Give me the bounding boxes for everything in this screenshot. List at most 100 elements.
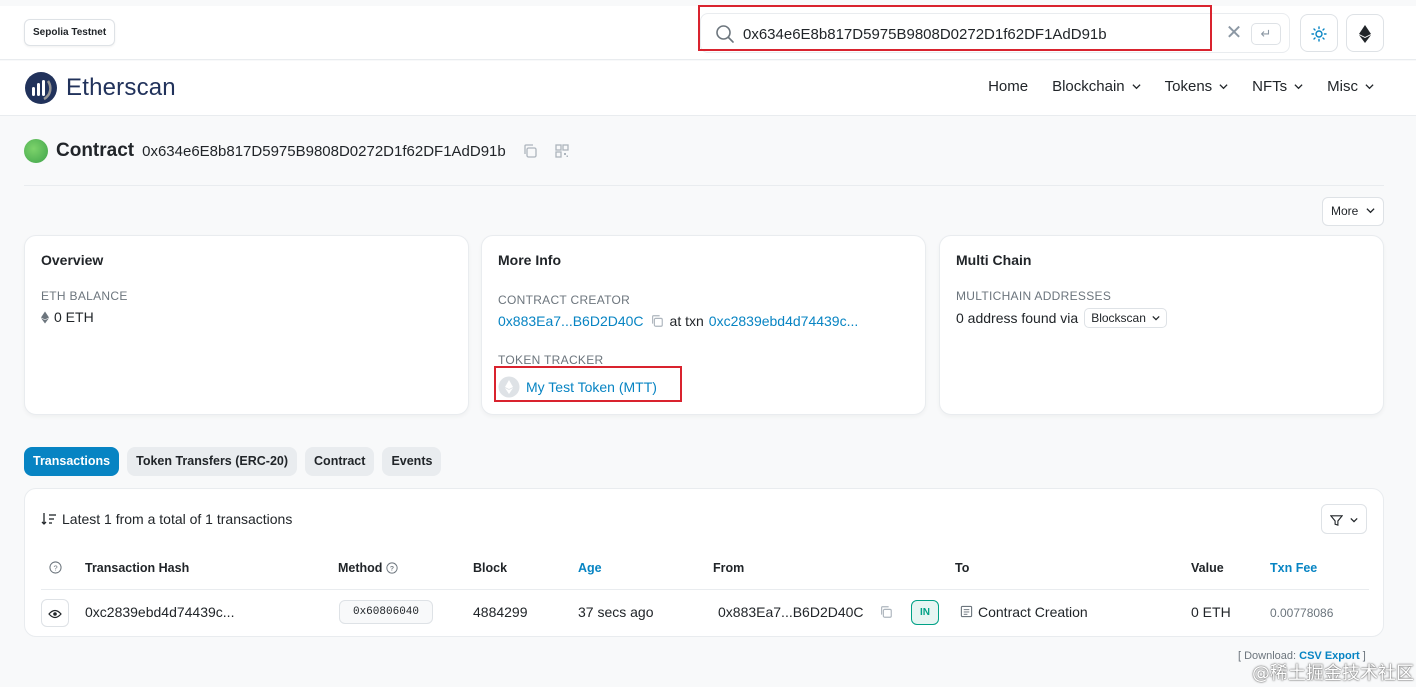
ethereum-icon <box>1359 25 1371 44</box>
method-badge: 0x60806040 <box>339 600 433 624</box>
to-value: Contract Creation <box>978 604 1088 620</box>
eye-icon <box>48 610 62 619</box>
svg-text:?: ? <box>390 566 394 573</box>
creator-txn-link[interactable]: 0xc2839ebd4d74439c... <box>709 313 858 329</box>
multi-chain-title: Multi Chain <box>956 252 1032 268</box>
overview-card: Overview ETH BALANCE 0 ETH <box>24 235 469 415</box>
enter-search-button[interactable]: ↵ <box>1251 23 1281 45</box>
help-icon[interactable]: ? <box>386 562 398 574</box>
copy-icon[interactable] <box>650 314 664 328</box>
summary-text: Latest 1 from a total of 1 transactions <box>62 511 293 527</box>
value-amount: 0 ETH <box>1191 604 1231 620</box>
top-bar: Sepolia Testnet ✕ ↵ <box>0 6 1416 60</box>
nav-item-home[interactable]: Home <box>988 78 1028 95</box>
multichain-row: 0 address found via Blockscan <box>956 308 1168 328</box>
contract-creator-row: 0x883Ea7...B6D2D40C at txn 0xc2839ebd4d7… <box>498 313 858 329</box>
nav-item-label: Misc <box>1327 78 1358 95</box>
etherscan-logo[interactable]: Etherscan <box>24 70 176 106</box>
table-header-divider <box>41 589 1369 590</box>
more-dropdown-button[interactable]: More <box>1322 197 1384 226</box>
clear-search-button[interactable]: ✕ <box>1223 22 1245 44</box>
overview-title: Overview <box>41 252 104 268</box>
nav-item-misc[interactable]: Misc <box>1327 78 1374 95</box>
blockscan-select[interactable]: Blockscan <box>1084 308 1168 328</box>
nav-menu: Home Blockchain Tokens NFTs Misc <box>964 78 1374 95</box>
contract-avatar <box>24 139 48 163</box>
main-navbar: Etherscan Home Blockchain Tokens NFTs Mi… <box>0 61 1416 116</box>
contract-address: 0x634e6E8b817D5975B9808D0272D1f62DF1AdD9… <box>142 142 506 160</box>
header-block: Block <box>473 561 508 575</box>
network-badge[interactable]: Sepolia Testnet <box>24 19 116 46</box>
nav-item-nfts[interactable]: NFTs <box>1252 78 1303 95</box>
chevron-down-icon <box>1132 84 1141 90</box>
tab-events[interactable]: Events <box>382 447 442 476</box>
qr-code-icon[interactable] <box>554 143 570 159</box>
multichain-text: 0 address found via <box>956 310 1079 326</box>
contract-icon <box>960 605 973 618</box>
page-title-row: Contract 0x634e6E8b817D5975B9808D0272D1f… <box>24 138 570 164</box>
etherscan-logo-icon <box>25 72 57 104</box>
transactions-card: Latest 1 from a total of 1 transactions … <box>24 488 1384 637</box>
token-tracker-highlight-box <box>494 366 682 402</box>
chevron-down-icon <box>1366 208 1375 214</box>
multi-chain-card: Multi Chain MULTICHAIN ADDRESSES 0 addre… <box>939 235 1384 415</box>
watermark-text: @稀土掘金技术社区 <box>1252 663 1414 684</box>
filter-button[interactable] <box>1321 504 1367 534</box>
header-method-label: Method <box>338 561 383 575</box>
age-value: 37 secs ago <box>578 604 654 620</box>
block-link[interactable]: 4884299 <box>473 604 528 620</box>
chevron-down-icon <box>1365 84 1374 90</box>
brand-name: Etherscan <box>66 74 176 101</box>
header-transaction-hash: Transaction Hash <box>85 561 190 575</box>
search-box[interactable]: ✕ ↵ <box>700 13 1290 53</box>
filter-icon <box>1329 515 1344 526</box>
nav-item-label: Blockchain <box>1052 78 1125 95</box>
direction-badge: IN <box>911 600 939 625</box>
eth-balance-row: 0 ETH <box>41 309 94 325</box>
eth-balance-value: 0 ETH <box>54 309 94 325</box>
transactions-summary: Latest 1 from a total of 1 transactions <box>41 511 292 527</box>
tab-transactions[interactable]: Transactions <box>24 447 120 476</box>
txn-hash-link[interactable]: 0xc2839ebd4d74439c... <box>85 604 234 620</box>
sort-icon <box>41 513 56 525</box>
more-info-title: More Info <box>498 252 561 268</box>
ethereum-icon <box>41 311 49 323</box>
txn-fee-value: 0.00778086 <box>1270 606 1334 620</box>
chevron-down-icon <box>1152 315 1160 321</box>
nav-item-blockchain[interactable]: Blockchain <box>1052 78 1141 95</box>
header-txn-fee[interactable]: Txn Fee <box>1270 561 1317 575</box>
tab-contract[interactable]: Contract <box>305 447 375 476</box>
blockscan-select-label: Blockscan <box>1091 311 1146 325</box>
title-divider <box>24 185 1384 186</box>
search-icon <box>716 25 734 43</box>
from-address-link[interactable]: 0x883Ea7...B6D2D40C <box>718 604 864 620</box>
creator-address-link[interactable]: 0x883Ea7...B6D2D40C <box>498 313 644 329</box>
chevron-down-icon <box>1294 84 1303 90</box>
header-method: Method ? <box>338 561 398 575</box>
search-input[interactable] <box>743 23 1213 45</box>
chevron-down-icon <box>1219 84 1228 90</box>
token-tracker-label: TOKEN TRACKER <box>498 353 604 367</box>
eth-balance-label: ETH BALANCE <box>41 289 128 303</box>
copy-icon[interactable] <box>522 143 538 159</box>
theme-toggle-button[interactable] <box>1300 14 1338 52</box>
sun-icon <box>1311 26 1327 42</box>
view-details-button[interactable] <box>41 599 69 627</box>
header-from: From <box>713 561 745 575</box>
page-title: Contract <box>56 140 135 161</box>
copy-icon[interactable] <box>879 605 893 619</box>
nav-item-label: NFTs <box>1252 78 1288 95</box>
header-age[interactable]: Age <box>578 561 602 575</box>
nav-item-label: Home <box>988 78 1029 95</box>
header-value: Value <box>1191 561 1224 575</box>
tab-token-transfers[interactable]: Token Transfers (ERC-20) <box>127 447 298 476</box>
help-icon[interactable]: ? <box>49 561 62 574</box>
nav-item-tokens[interactable]: Tokens <box>1165 78 1229 95</box>
chevron-down-icon <box>1350 518 1358 523</box>
network-switch-button[interactable] <box>1346 14 1384 52</box>
at-txn-text: at txn <box>669 313 704 329</box>
multichain-label: MULTICHAIN ADDRESSES <box>956 289 1112 303</box>
contract-creator-label: CONTRACT CREATOR <box>498 293 631 307</box>
header-to: To <box>955 561 970 575</box>
more-label: More <box>1331 204 1359 218</box>
